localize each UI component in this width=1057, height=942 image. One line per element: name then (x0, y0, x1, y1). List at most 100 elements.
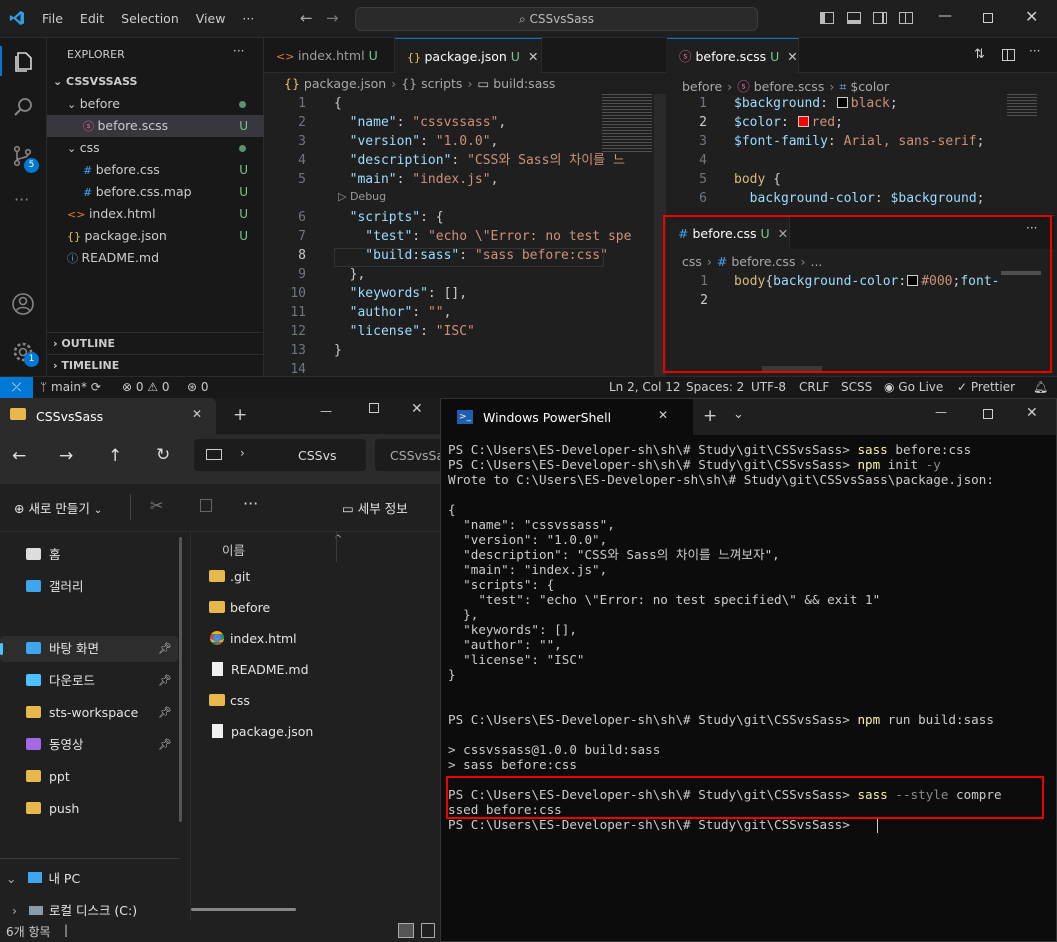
files-icon[interactable] (11, 50, 35, 74)
color-swatch[interactable] (797, 116, 809, 127)
tree-item-before-css[interactable]: # before.css U (47, 159, 264, 181)
more-icon[interactable]: ··· (243, 494, 258, 513)
debug-codelens[interactable]: ▷ Debug (338, 190, 386, 203)
close-tab-icon[interactable]: ✕ (192, 407, 202, 421)
address-bar[interactable]: › CSSvs (194, 439, 366, 471)
nav-item-7[interactable]: push (0, 796, 178, 822)
nav-scrollbar[interactable] (179, 537, 182, 822)
scss-editor[interactable]: 1 $background: black; 2 $color: red; 3 $font-… (667, 94, 1057, 214)
breadcrumb-item-1[interactable]: before.scss (754, 79, 825, 94)
tree-item-before-css-map[interactable]: # before.css.map U (47, 181, 264, 203)
new-tab-icon[interactable]: + (703, 406, 717, 426)
bell-icon[interactable]: 🔔︎ (1033, 377, 1048, 398)
tree-item-css[interactable]: ⌄ css (47, 137, 264, 159)
new-tab-icon[interactable]: + (233, 405, 247, 425)
workspace-root[interactable]: ⌄ CSSVSSASS (47, 71, 264, 93)
horizontal-scrollbar[interactable] (191, 908, 296, 911)
tab-windows-powershell[interactable]: >_ Windows PowerShell ✕ (441, 399, 693, 435)
tree-item-package-json[interactable]: {} package.json U (47, 225, 264, 247)
search-box[interactable]: CSSvsSa (375, 439, 440, 471)
file-item-css[interactable]: css (209, 693, 250, 708)
remote-indicator-icon[interactable]: ⤫ (0, 377, 33, 398)
minimize-icon[interactable]: — (320, 404, 332, 418)
minimize-icon[interactable]: — (935, 405, 947, 419)
outline-section[interactable]: › OUTLINE (47, 332, 264, 354)
close-icon[interactable]: ✕ (411, 401, 423, 417)
cut-icon[interactable]: ✂ (150, 496, 163, 515)
tab-cssvssass[interactable]: CSSvsSass ✕ (0, 398, 216, 434)
tree-item-README-md[interactable]: ⓘ README.md (47, 247, 264, 269)
encoding[interactable]: UTF-8 (751, 377, 786, 398)
minimap[interactable] (1007, 94, 1037, 116)
maximize-icon[interactable] (983, 409, 993, 419)
tree-item-before[interactable]: ⌄ before (47, 93, 264, 115)
nav-item-0[interactable]: 홈 (0, 542, 178, 568)
menu-item-3[interactable]: View (196, 11, 226, 26)
pin-icon[interactable]: 📌︎ (158, 668, 172, 694)
nav-this-pc[interactable]: ⌄ 내 PC (6, 868, 80, 887)
new-button[interactable]: ⊕ 새로 만들기 ⌄ (14, 498, 102, 517)
account-icon[interactable] (11, 292, 35, 316)
more-actions-icon[interactable]: ··· (1029, 44, 1040, 58)
close-tab-icon[interactable]: ✕ (528, 49, 538, 64)
customize-layout-icon[interactable] (899, 12, 913, 24)
nav-item-4[interactable]: sts-workspace 📌︎ (0, 700, 178, 726)
close-tab-icon[interactable]: ✕ (787, 49, 797, 64)
prettier-indicator[interactable]: ✓ Prettier (957, 377, 1015, 398)
nav-item-6[interactable]: ppt (0, 764, 178, 790)
ports-indicator[interactable]: ⊛ 0 (187, 377, 209, 398)
close-icon[interactable]: ✕ (1026, 405, 1038, 421)
problems-indicator[interactable]: ⊗ 0 ⚠ 0 (122, 377, 170, 398)
nav-item-1[interactable]: 갤러리 (0, 574, 178, 600)
toggle-panel-icon[interactable] (847, 12, 861, 24)
nav-item-3[interactable]: 다운로드 📌︎ (0, 668, 178, 694)
up-arrow-icon[interactable]: ↑ (108, 446, 122, 466)
menu-item-4[interactable]: ··· (242, 11, 254, 26)
file-item-before[interactable]: before (209, 600, 270, 615)
nav-local-disk[interactable]: › 로컬 디스크 (C:) (12, 900, 137, 919)
indentation[interactable]: Spaces: 2 (686, 377, 744, 398)
maximize-icon[interactable] (983, 13, 993, 23)
file-item--git[interactable]: .git (209, 569, 250, 584)
cursor-position[interactable]: Ln 2, Col 12 (609, 377, 681, 398)
compare-changes-icon[interactable]: ⇅ (974, 47, 985, 62)
breadcrumb-item-1[interactable]: {} scripts (401, 76, 462, 91)
menu-item-2[interactable]: Selection (121, 11, 179, 26)
nav-item-2[interactable]: 바탕 화면 📌︎ (0, 636, 178, 662)
forward-arrow-icon[interactable]: → (59, 446, 73, 466)
menu-item-1[interactable]: Edit (80, 11, 104, 26)
minimap[interactable] (602, 94, 652, 154)
minimize-icon[interactable]: — (938, 8, 952, 24)
split-editor-icon[interactable] (1002, 49, 1015, 61)
command-center-search[interactable]: ⌕ CSSvsSass (355, 7, 758, 31)
go-live-button[interactable]: ◉ Go Live (884, 377, 943, 398)
forward-arrow-icon[interactable]: → (326, 9, 339, 27)
pin-icon[interactable]: 📌︎ (158, 700, 172, 726)
back-arrow-icon[interactable]: ← (300, 9, 313, 27)
close-icon[interactable]: ✕ (1025, 7, 1038, 26)
more-actions-icon[interactable]: ··· (233, 44, 244, 58)
tree-item-before-scss[interactable]: ⓢ before.scss U (47, 115, 264, 137)
menu-item-0[interactable]: File (42, 11, 63, 26)
pin-icon[interactable]: 📌︎ (158, 636, 172, 662)
tiles-view-icon[interactable] (421, 923, 435, 938)
more-icon[interactable]: ··· (14, 190, 29, 209)
maximize-icon[interactable] (369, 403, 379, 413)
package-json-editor[interactable]: 1 {2 "name": "cssvssass", 3 "version": "1.… (264, 94, 666, 377)
timeline-section[interactable]: › TIMELINE (47, 354, 264, 376)
copy-icon[interactable] (200, 499, 212, 512)
back-arrow-icon[interactable]: ← (12, 446, 26, 466)
color-swatch[interactable] (836, 97, 848, 108)
chevron-down-icon[interactable]: ⌄ (733, 407, 744, 422)
close-tab-icon[interactable]: ✕ (658, 408, 668, 422)
column-divider[interactable] (336, 532, 337, 562)
details-button[interactable]: ▭ 세부 정보 (342, 498, 408, 517)
breadcrumb-item-0[interactable]: before (682, 79, 722, 94)
file-item-package-json[interactable]: package.json (209, 724, 313, 739)
language-mode[interactable]: SCSS (841, 377, 872, 398)
refresh-icon[interactable]: ↻ (156, 445, 170, 465)
search-icon[interactable] (11, 96, 35, 120)
tree-item-index-html[interactable]: <> index.html U (47, 203, 264, 225)
file-item-README-md[interactable]: README.md (209, 662, 309, 677)
tab-index-html[interactable]: <> index.html U (264, 38, 395, 73)
